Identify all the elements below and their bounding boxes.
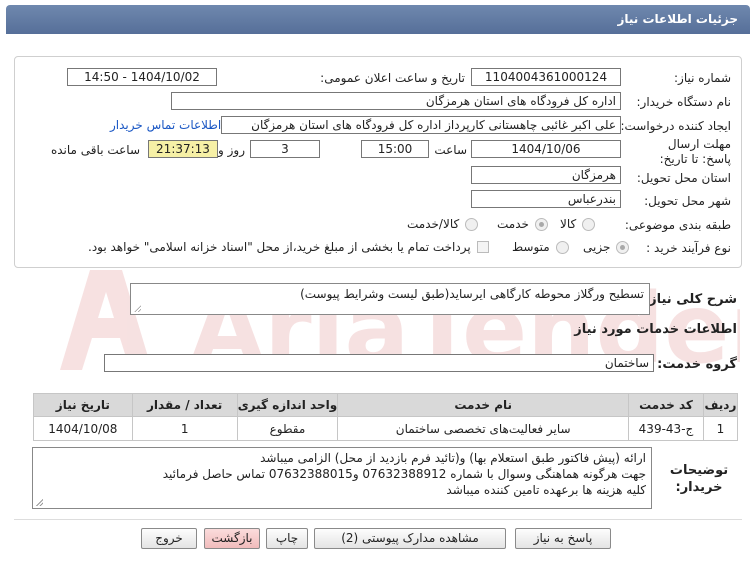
resize-grip-icon[interactable] xyxy=(134,305,141,312)
purchase-type-label: نوع فرآیند خرید : xyxy=(646,241,731,255)
province-field: هرمزگان xyxy=(471,166,621,184)
column-header: نام خدمت xyxy=(337,393,630,417)
checkbox-icon[interactable] xyxy=(476,241,489,253)
announce-datetime-label: تاریخ و ساعت اعلان عمومی: xyxy=(320,71,465,85)
days-label: روز و xyxy=(218,143,245,157)
province-label: استان محل تحویل: xyxy=(636,171,731,185)
table-header-row: ردیف کد خدمت نام خدمت واحد اندازه گیری ت… xyxy=(33,393,739,417)
buyer-notes-textarea: ارائه (پیش فاکتور طبق استعلام بها) و(تائ… xyxy=(32,447,652,509)
unit-cell: مقطوع xyxy=(236,416,339,441)
deadline-date-field: 1404/10/06 xyxy=(471,140,621,158)
service-code-cell: ج-43-439 xyxy=(628,416,704,441)
requester-label: ایجاد کننده درخواست: xyxy=(620,119,731,133)
radio-icon[interactable] xyxy=(582,217,596,231)
category-option-service[interactable]: خدمت xyxy=(497,217,548,231)
buyer-org-label: نام دستگاه خریدار: xyxy=(636,95,732,109)
summary-textarea: تسطیح ورگلاز محوطه کارگاهی ایرساید(طبق ل… xyxy=(130,283,650,315)
summary-text: تسطیح ورگلاز محوطه کارگاهی ایرساید(طبق ل… xyxy=(300,287,644,301)
table-row: 1 ج-43-439 سایر فعالیت‌های تخصصی ساختمان… xyxy=(33,416,739,441)
print-button[interactable]: چاپ xyxy=(266,528,308,549)
need-date-cell: 1404/10/08 xyxy=(33,416,133,441)
service-group-label: گروه خدمت: xyxy=(657,357,737,372)
column-header: ردیف xyxy=(702,393,739,417)
page-title: جزئیات اطلاعات نیاز xyxy=(6,5,750,34)
deadline-time-label: ساعت xyxy=(434,143,467,157)
city-field: بندرعباس xyxy=(471,190,621,208)
services-table: ردیف کد خدمت نام خدمت واحد اندازه گیری ت… xyxy=(33,393,739,441)
service-name-cell: سایر فعالیت‌های تخصصی ساختمان xyxy=(337,416,630,441)
time-remaining-label: ساعت باقی مانده xyxy=(50,143,140,157)
column-header: تعداد / مقدار xyxy=(131,393,238,417)
buyer-org-field: اداره کل فرودگاه های استان هرمزگان xyxy=(171,92,621,110)
days-remaining-field: 3 xyxy=(250,140,320,158)
divider xyxy=(14,519,742,520)
attachments-button[interactable]: مشاهده مدارک پیوستی (2) xyxy=(314,528,506,549)
buyer-notes-label: توضیحات خریدار: xyxy=(669,463,729,495)
need-number-field: 1104004361000124 xyxy=(471,68,621,86)
purchase-type-medium[interactable]: متوسط xyxy=(512,240,569,254)
row-index-cell: 1 xyxy=(702,416,739,441)
treasury-payment-option[interactable]: پرداخت تمام یا بخشی از مبلغ خرید،از محل … xyxy=(88,240,489,254)
buyer-contact-link[interactable]: اطلاعات تماس خریدار xyxy=(110,118,221,132)
radio-icon[interactable] xyxy=(555,240,569,254)
radio-icon[interactable] xyxy=(465,217,479,231)
need-number-label: شماره نیاز: xyxy=(674,71,731,85)
reply-button[interactable]: پاسخ به نیاز xyxy=(515,528,611,549)
need-info-panel xyxy=(14,56,742,268)
radio-checked-icon[interactable] xyxy=(616,240,630,254)
service-group-field: ساختمان xyxy=(104,354,654,372)
need-details-page: جزئیات اطلاعات نیاز شماره نیاز: 11040043… xyxy=(0,0,755,566)
back-button[interactable]: بازگشت xyxy=(204,528,260,549)
deadline-time-field: 15:00 xyxy=(361,140,429,158)
resize-grip-icon[interactable] xyxy=(36,499,43,506)
buyer-notes-line: ارائه (پیش فاکتور طبق استعلام بها) و(تائ… xyxy=(260,451,646,465)
radio-checked-icon[interactable] xyxy=(534,217,548,231)
requester-field: علی اکبر غائبی چاهستانی کارپرداز اداره ک… xyxy=(221,116,621,134)
city-label: شهر محل تحویل: xyxy=(644,194,731,208)
services-heading: اطلاعات خدمات مورد نیاز xyxy=(574,322,737,337)
exit-button[interactable]: خروج xyxy=(141,528,197,549)
category-label: طبقه بندی موضوعی: xyxy=(624,218,731,232)
deadline-label: مهلت ارسال پاسخ: تا تاریخ: xyxy=(659,137,731,166)
buyer-notes-line: جهت هرگونه هماهنگی وسوال با شماره 076323… xyxy=(162,467,646,481)
purchase-type-minor[interactable]: جزیی xyxy=(583,240,630,254)
column-header: واحد اندازه گیری xyxy=(236,393,339,417)
column-header: کد خدمت xyxy=(628,393,704,417)
buyer-notes-line: کلیه هزینه ها برعهده تامین کننده میباشد xyxy=(446,483,646,497)
quantity-cell: 1 xyxy=(131,416,238,441)
summary-label: شرح کلی نیاز: xyxy=(643,292,737,307)
announce-datetime-field: 1404/10/02 - 14:50 xyxy=(67,68,217,86)
column-header: تاریخ نیاز xyxy=(33,393,133,417)
time-remaining-field: 21:37:13 xyxy=(148,140,218,158)
category-option-goods-service[interactable]: کالا/خدمت xyxy=(407,217,479,231)
category-option-goods[interactable]: کالا xyxy=(560,217,596,231)
